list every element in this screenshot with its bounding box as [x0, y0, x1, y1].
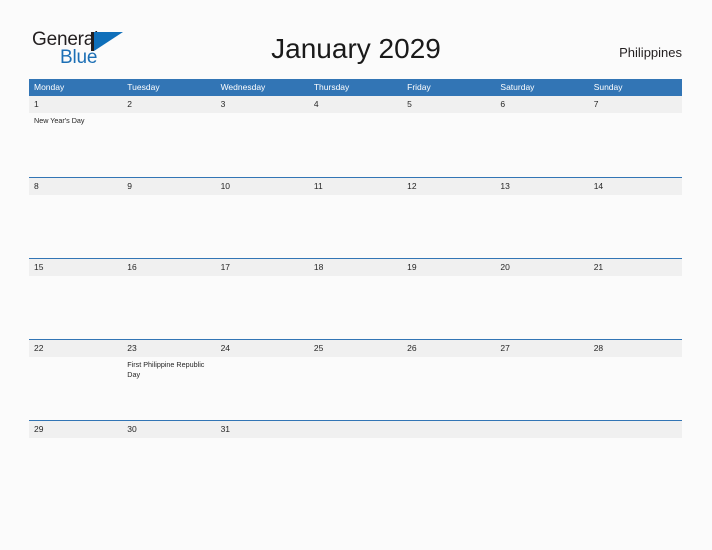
- day-number: 1: [34, 99, 39, 109]
- weekday-header-friday: Friday: [407, 82, 431, 92]
- calendar-day-cell-10[interactable]: 10: [216, 178, 309, 258]
- calendar-day-cell-7[interactable]: 7: [589, 96, 682, 177]
- day-number: 8: [34, 181, 39, 191]
- day-number: 29: [34, 424, 44, 434]
- weekday-header-monday: Monday: [34, 82, 65, 92]
- calendar-day-cell-22[interactable]: 22: [29, 340, 122, 420]
- day-number: 11: [313, 181, 323, 191]
- calendar-day-cell-17[interactable]: 17: [216, 259, 309, 339]
- calendar-day-cell-11[interactable]: 11: [309, 178, 402, 258]
- calendar-day-cell-27[interactable]: 27: [495, 340, 588, 420]
- weekday-header-thursday: Thursday: [313, 82, 350, 92]
- day-number: 13: [500, 181, 510, 191]
- calendar-day-cell-30[interactable]: 30: [122, 421, 215, 501]
- page-title: January 2029: [271, 33, 441, 64]
- day-number: 5: [407, 99, 412, 109]
- day-number: 7: [593, 99, 599, 109]
- day-number: 22: [34, 343, 44, 353]
- day-number: 27: [500, 343, 510, 353]
- calendar-day-cell-26[interactable]: 26: [402, 340, 495, 420]
- calendar-week-row: 15 16 17 18 19 20 21: [29, 258, 682, 339]
- day-number: 15: [34, 262, 44, 272]
- day-number: 12: [407, 181, 417, 191]
- calendar-day-cell-16[interactable]: 16: [122, 259, 215, 339]
- calendar-day-cell-13[interactable]: 13: [495, 178, 588, 258]
- day-number: 17: [220, 262, 231, 272]
- calendar-day-cell-15[interactable]: 15: [29, 259, 122, 339]
- day-number: 16: [127, 262, 137, 272]
- calendar-week-row: 1 New Year's Day 2 3 4 5 6 7: [29, 96, 682, 177]
- day-events: First Philippine Republic Day: [127, 357, 215, 379]
- calendar-day-cell-5[interactable]: 5: [402, 96, 495, 177]
- calendar-week-row: 22 23 First Philippine Republic Day 24 25 26 2…: [29, 339, 682, 420]
- calendar-day-cell-12[interactable]: 12: [402, 178, 495, 258]
- day-number: 4: [313, 99, 319, 109]
- calendar-day-cell-9[interactable]: 9: [122, 178, 215, 258]
- holiday-label: New Year's Day: [34, 116, 85, 125]
- day-events: New Year's Day: [34, 113, 122, 126]
- calendar-week-row: 29 30 31: [29, 420, 682, 501]
- calendar-day-cell-31[interactable]: 31: [216, 421, 309, 501]
- day-number: 30: [127, 424, 137, 434]
- day-number: 28: [593, 343, 604, 353]
- calendar-day-cell-18[interactable]: 18: [309, 259, 402, 339]
- weekday-header-saturday: Saturday: [500, 82, 535, 92]
- day-number: 6: [500, 99, 506, 109]
- calendar-day-cell-29[interactable]: 29: [29, 421, 122, 501]
- day-number: 9: [127, 181, 133, 191]
- calendar-day-cell-empty: [589, 421, 682, 501]
- calendar-grid: Monday Tuesday Wednesday Thursday Friday Satu…: [29, 79, 682, 501]
- weekday-header-tuesday: Tuesday: [127, 82, 160, 92]
- calendar-day-cell-23[interactable]: 23 First Philippine Republic Day: [122, 340, 215, 420]
- day-number: 26: [407, 343, 417, 353]
- calendar-day-cell-6[interactable]: 6: [495, 96, 588, 177]
- country-label: Philippines: [619, 45, 682, 60]
- day-number: 18: [313, 262, 324, 272]
- day-number: 19: [407, 262, 417, 272]
- calendar-day-cell-empty: [495, 421, 588, 501]
- calendar-week-row: 8 9 10 11 12 13 14: [29, 177, 682, 258]
- calendar-day-cell-4[interactable]: 4: [309, 96, 402, 177]
- calendar-day-cell-19[interactable]: 19: [402, 259, 495, 339]
- calendar-weeks: 1 New Year's Day 2 3 4 5 6 7 8 9 10 11 12 13 14 15 16 17 1…: [29, 96, 682, 501]
- calendar-day-cell-25[interactable]: 25: [309, 340, 402, 420]
- day-number: 24: [220, 343, 231, 353]
- weekday-header-row: Monday Tuesday Wednesday Thursday Friday Satu…: [29, 79, 682, 96]
- day-number: 23: [127, 343, 137, 353]
- calendar-day-cell-14[interactable]: 14: [589, 178, 682, 258]
- calendar-day-cell-2[interactable]: 2: [122, 96, 215, 177]
- day-number: 2: [127, 99, 133, 109]
- day-number: 25: [313, 343, 324, 353]
- holiday-label: First Philippine Republic Day: [127, 360, 205, 379]
- day-number: 21: [593, 262, 604, 272]
- weekday-header-wednesday: Wednesday: [220, 82, 266, 92]
- day-number: 31: [220, 424, 231, 434]
- calendar-day-cell-20[interactable]: 20: [495, 259, 588, 339]
- calendar-day-cell-empty: [309, 421, 402, 501]
- calendar-day-cell-1[interactable]: 1 New Year's Day: [29, 96, 122, 177]
- calendar-day-cell-28[interactable]: 28: [589, 340, 682, 420]
- weekday-header-sunday: Sunday: [593, 82, 623, 92]
- calendar-day-cell-3[interactable]: 3: [216, 96, 309, 177]
- calendar-day-cell-8[interactable]: 8: [29, 178, 122, 258]
- calendar-day-cell-empty: [402, 421, 495, 501]
- page-header: General Blue January 2029 Philippines: [0, 0, 712, 76]
- calendar-day-cell-21[interactable]: 21: [589, 259, 682, 339]
- calendar-day-cell-24[interactable]: 24: [216, 340, 309, 420]
- day-number: 10: [220, 181, 231, 191]
- day-number: 14: [593, 181, 604, 191]
- day-number: 3: [220, 99, 226, 109]
- day-number: 20: [500, 262, 510, 272]
